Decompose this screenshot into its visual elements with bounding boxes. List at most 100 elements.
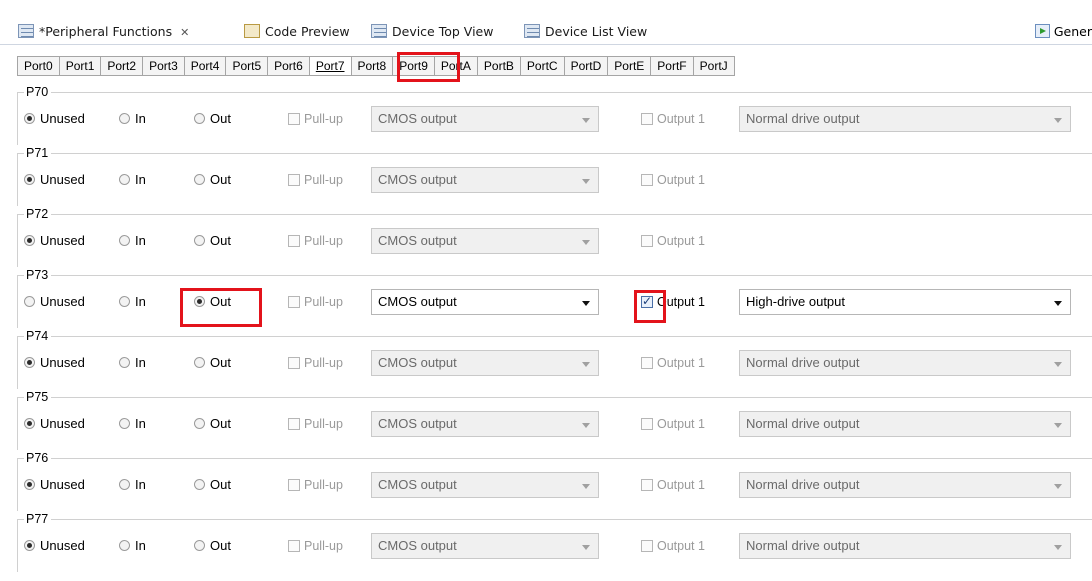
close-icon[interactable]: ✕ xyxy=(180,26,189,39)
pin-group-p71: P71 Unused In Out Pull-up CMOS output Output 1 xyxy=(0,145,1092,206)
out-radio[interactable]: Out xyxy=(194,234,231,248)
checkbox-icon xyxy=(288,418,300,430)
unused-radio[interactable]: Unused xyxy=(24,417,85,431)
out-radio[interactable]: Out xyxy=(194,112,231,126)
pullup-checkbox[interactable]: Pull-up xyxy=(288,112,343,126)
in-radio[interactable]: In xyxy=(119,539,146,553)
drive-select[interactable]: Normal drive output xyxy=(739,533,1071,559)
checkbox-icon xyxy=(288,540,300,552)
pullup-checkbox[interactable]: Pull-up xyxy=(288,173,343,187)
unused-radio[interactable]: Unused xyxy=(24,539,85,553)
radio-icon xyxy=(119,357,130,368)
checkbox-icon xyxy=(288,113,300,125)
output1-checkbox[interactable]: Output 1 xyxy=(641,539,705,553)
chevron-down-icon xyxy=(582,301,590,306)
out-radio[interactable]: Out xyxy=(194,539,231,553)
drive-select[interactable]: High-drive output xyxy=(739,289,1071,315)
output-type-select[interactable]: CMOS output xyxy=(371,228,599,254)
in-radio[interactable]: In xyxy=(119,295,146,309)
output-type-select[interactable]: CMOS output xyxy=(371,350,599,376)
pullup-checkbox[interactable]: Pull-up xyxy=(288,539,343,553)
unused-radio[interactable]: Unused xyxy=(24,112,85,126)
pullup-checkbox[interactable]: Pull-up xyxy=(288,234,343,248)
tab-portc[interactable]: PortC xyxy=(520,56,565,76)
unused-radio[interactable]: Unused xyxy=(24,173,85,187)
in-radio[interactable]: In xyxy=(119,417,146,431)
radio-label: Unused xyxy=(40,538,85,553)
pullup-checkbox[interactable]: Pull-up xyxy=(288,478,343,492)
output1-checkbox[interactable]: Output 1 xyxy=(641,234,705,248)
output1-checkbox[interactable]: Output 1 xyxy=(641,112,705,126)
tab-portd[interactable]: PortD xyxy=(564,56,609,76)
output-type-select[interactable]: CMOS output xyxy=(371,472,599,498)
tab-port6[interactable]: Port6 xyxy=(268,56,310,76)
out-radio[interactable]: Out xyxy=(194,478,231,492)
tab-label: *Peripheral Functions xyxy=(39,24,173,39)
drive-select[interactable]: Normal drive output xyxy=(739,350,1071,376)
unused-radio[interactable]: Unused xyxy=(24,478,85,492)
radio-label: Unused xyxy=(40,233,85,248)
tab-portb[interactable]: PortB xyxy=(477,56,521,76)
tab-code-preview[interactable]: Code Preview xyxy=(244,22,350,44)
in-radio[interactable]: In xyxy=(119,356,146,370)
tab-device-top-view[interactable]: Device Top View xyxy=(371,22,493,44)
tab-port7[interactable]: Port7 xyxy=(309,56,352,76)
pullup-checkbox[interactable]: Pull-up xyxy=(288,356,343,370)
tab-port2[interactable]: Port2 xyxy=(101,56,144,76)
tab-port3[interactable]: Port3 xyxy=(143,56,185,76)
out-radio[interactable]: Out xyxy=(194,173,231,187)
radio-label: In xyxy=(135,477,146,492)
tab-porte[interactable]: PortE xyxy=(608,56,652,76)
pullup-checkbox[interactable]: Pull-up xyxy=(288,295,343,309)
out-radio[interactable]: Out xyxy=(194,417,231,431)
tab-port9[interactable]: Port9 xyxy=(393,56,435,76)
pin-name: P77 xyxy=(24,511,52,527)
radio-icon xyxy=(24,235,35,246)
out-radio[interactable]: Out xyxy=(194,356,231,370)
radio-icon xyxy=(24,540,35,551)
generate-code-button[interactable]: Gener xyxy=(1034,22,1092,44)
pin-name: P70 xyxy=(24,84,52,100)
in-radio[interactable]: In xyxy=(119,478,146,492)
select-value: CMOS output xyxy=(378,477,457,492)
drive-select[interactable]: Normal drive output xyxy=(739,411,1071,437)
output1-checkbox[interactable]: Output 1 xyxy=(641,356,705,370)
pin-row: Unused In Out Pull-up CMOS output Output 1 xyxy=(0,228,1092,254)
output1-checkbox[interactable]: Output 1 xyxy=(641,173,705,187)
output-type-select[interactable]: CMOS output xyxy=(371,289,599,315)
tab-device-list-view[interactable]: Device List View xyxy=(524,22,647,44)
radio-label: Out xyxy=(210,538,231,553)
tab-port5[interactable]: Port5 xyxy=(226,56,269,76)
radio-label: Out xyxy=(210,355,231,370)
output-type-select[interactable]: CMOS output xyxy=(371,411,599,437)
in-radio[interactable]: In xyxy=(119,234,146,248)
tab-port1[interactable]: Port1 xyxy=(59,56,102,76)
tab-port4[interactable]: Port4 xyxy=(184,56,227,76)
out-radio[interactable]: Out xyxy=(194,295,231,309)
output-type-select[interactable]: CMOS output xyxy=(371,106,599,132)
in-radio[interactable]: In xyxy=(119,173,146,187)
checkbox-label: Pull-up xyxy=(304,112,343,126)
pin-row: Unused In Out Pull-up CMOS output Output 1 Nor… xyxy=(0,350,1092,376)
in-radio[interactable]: In xyxy=(119,112,146,126)
output-type-select[interactable]: CMOS output xyxy=(371,167,599,193)
output-type-select[interactable]: CMOS output xyxy=(371,533,599,559)
tab-port8[interactable]: Port8 xyxy=(351,56,394,76)
checkbox-icon xyxy=(288,296,300,308)
tab-port0[interactable]: Port0 xyxy=(17,56,60,76)
radio-label: Unused xyxy=(40,355,85,370)
output1-checkbox[interactable]: Output 1 xyxy=(641,417,705,431)
unused-radio[interactable]: Unused xyxy=(24,356,85,370)
drive-select[interactable]: Normal drive output xyxy=(739,472,1071,498)
pullup-checkbox[interactable]: Pull-up xyxy=(288,417,343,431)
output1-checkbox[interactable]: Output 1 xyxy=(641,294,705,309)
unused-radio[interactable]: Unused xyxy=(24,234,85,248)
output1-checkbox[interactable]: Output 1 xyxy=(641,478,705,492)
unused-radio[interactable]: Unused xyxy=(24,295,85,309)
tab-porta[interactable]: PortA xyxy=(434,56,478,76)
group-border xyxy=(17,275,1092,276)
tab-portj[interactable]: PortJ xyxy=(693,56,735,76)
drive-select[interactable]: Normal drive output xyxy=(739,106,1071,132)
tab-portf[interactable]: PortF xyxy=(651,56,694,76)
tab-peripheral-functions[interactable]: *Peripheral Functions ✕ xyxy=(18,22,189,44)
